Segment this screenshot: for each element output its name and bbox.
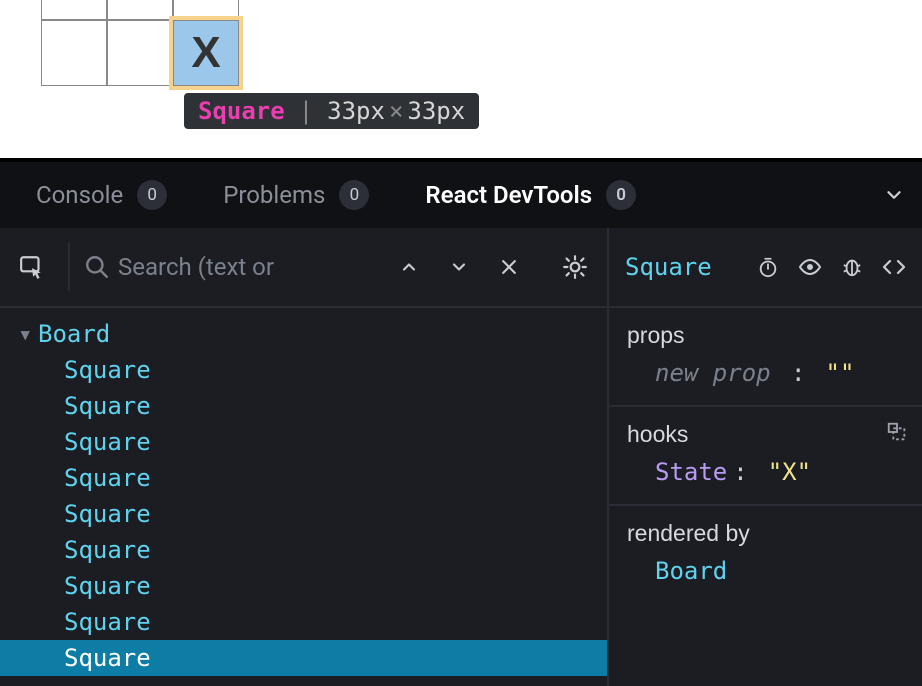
colon: : (777, 359, 806, 387)
eye-icon (798, 255, 822, 279)
tab-problems[interactable]: Problems 0 (195, 162, 397, 228)
search-input[interactable] (118, 253, 308, 281)
toolbar-divider (68, 243, 70, 291)
tab-label: Problems (223, 181, 325, 209)
new-prop-key: new prop (655, 359, 771, 387)
chevron-up-icon (399, 257, 419, 277)
tabbar-overflow-button[interactable] (874, 184, 914, 206)
hooks-section: hooks State: "X" (609, 407, 922, 506)
board-cell[interactable] (107, 20, 173, 86)
devtools-panel: Console 0 Problems 0 React DevTools 0 (0, 162, 922, 686)
search-prev-button[interactable] (387, 245, 431, 289)
search-nav (387, 245, 531, 289)
tree-label: Square (64, 428, 151, 456)
inspector-header-actions (756, 255, 906, 279)
inspector-header: Square (609, 228, 922, 308)
tree-row-square[interactable]: Square (0, 388, 607, 424)
view-source-button[interactable] (882, 255, 906, 279)
inspect-icon (19, 254, 45, 280)
component-tree[interactable]: ▾Board Square Square Square Square Square Squa… (0, 308, 607, 686)
tree-row-square[interactable]: Square (0, 496, 607, 532)
tab-console[interactable]: Console 0 (8, 162, 195, 228)
badge: 0 (339, 180, 369, 210)
section-title: rendered by (627, 520, 904, 547)
tree-label: Square (64, 572, 151, 600)
tree-row-square[interactable]: Square (0, 424, 607, 460)
tab-label: Console (36, 181, 123, 209)
app-viewport: X Square | 33px×33px (0, 0, 922, 162)
parse-hooks-button[interactable] (886, 421, 908, 443)
inspect-tooltip: Square | 33px×33px (184, 93, 479, 129)
badge: 0 (137, 180, 167, 210)
tree-label: Square (64, 464, 151, 492)
new-prop-value: "" (826, 359, 855, 387)
tree-row-board[interactable]: ▾Board (0, 316, 607, 352)
code-icon (882, 255, 906, 279)
tooltip-height: 33px (407, 97, 465, 125)
tooltip-width: 33px (327, 97, 385, 125)
board-cell[interactable] (41, 0, 107, 20)
tab-react-devtools[interactable]: React DevTools 0 (397, 162, 664, 228)
props-section: props new prop : "" (609, 308, 922, 407)
caret-down-icon: ▾ (18, 320, 38, 348)
board-cell[interactable] (173, 0, 239, 20)
search-next-button[interactable] (437, 245, 481, 289)
search-clear-button[interactable] (487, 245, 531, 289)
inspector-pane: Square props (609, 228, 922, 686)
inspector-component-name: Square (625, 253, 742, 281)
tree-row-square[interactable]: Square (0, 640, 607, 676)
tree-label: Square (64, 356, 151, 384)
tooltip-dimensions: 33px×33px (327, 97, 465, 125)
tree-row-square[interactable]: Square (0, 352, 607, 388)
tree-label: Square (64, 392, 151, 420)
hook-state-row[interactable]: State: "X" (627, 458, 904, 486)
bug-icon (841, 256, 863, 278)
tooltip-component-name: Square (198, 97, 285, 125)
tree-label: Square (64, 536, 151, 564)
gear-icon (562, 254, 588, 280)
tree-row-square[interactable]: Square (0, 460, 607, 496)
tooltip-separator: | (299, 97, 313, 125)
tab-label: React DevTools (425, 181, 592, 209)
tictactoe-board: X (41, 0, 239, 86)
board-cell-selected[interactable]: X (173, 20, 239, 86)
suspend-button[interactable] (756, 255, 780, 279)
hook-value: "X" (768, 458, 811, 486)
section-title: hooks (627, 421, 904, 448)
settings-button[interactable] (553, 245, 597, 289)
tree-label: Square (64, 608, 151, 636)
colon: : (733, 458, 747, 486)
board-cell[interactable] (41, 20, 107, 86)
tree-label: Square (64, 500, 151, 528)
devtools-tabbar: Console 0 Problems 0 React DevTools 0 (0, 162, 922, 228)
expand-icon (886, 421, 908, 443)
components-pane: ▾Board Square Square Square Square Square Squa… (0, 228, 609, 686)
chevron-down-icon (883, 184, 905, 206)
tree-row-square[interactable]: Square (0, 604, 607, 640)
search-wrap (84, 253, 379, 281)
rendered-by-link[interactable]: Board (627, 557, 904, 585)
inspect-element-button[interactable] (10, 245, 54, 289)
chevron-down-icon (449, 257, 469, 277)
components-toolbar (0, 228, 607, 308)
devtools-main: ▾BoardSquareSquareSquareSquareSquareSqua… (0, 228, 922, 686)
section-title: props (627, 322, 904, 349)
close-icon (499, 257, 519, 277)
tooltip-times: × (385, 97, 407, 125)
hook-key: State (655, 458, 727, 486)
rendered-by-section: rendered by Board (609, 506, 922, 603)
badge: 0 (606, 180, 636, 210)
search-icon (84, 254, 110, 280)
board-cell[interactable] (107, 0, 173, 20)
stopwatch-icon (757, 256, 779, 278)
log-to-console-button[interactable] (840, 255, 864, 279)
tree-label: Board (38, 320, 110, 348)
tree-row-square[interactable]: Square (0, 568, 607, 604)
new-prop-row[interactable]: new prop : "" (627, 359, 904, 387)
tree-row-square[interactable]: Square (0, 532, 607, 568)
inspect-dom-button[interactable] (798, 255, 822, 279)
tree-label: Square (64, 644, 151, 672)
